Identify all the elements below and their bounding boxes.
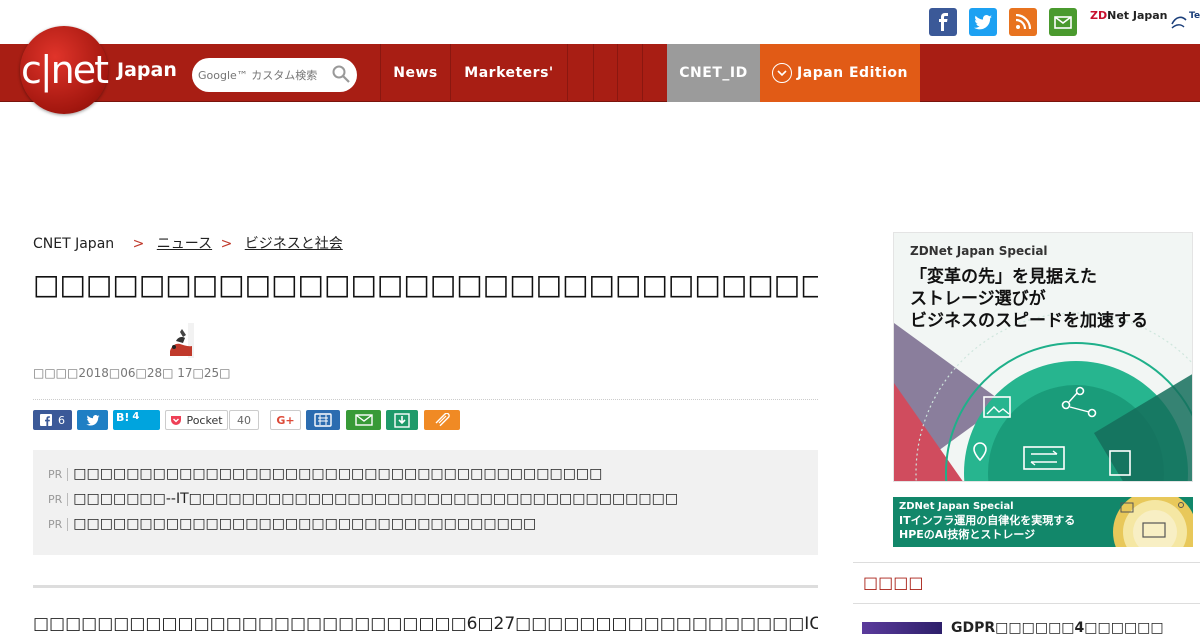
divider xyxy=(33,585,818,588)
sidebar-ad-ai-infra[interactable]: ZDNet Japan Special ITインフラ運用の自律化を実現する HP… xyxy=(893,497,1193,547)
hatena-bookmark-button[interactable]: B! 4 xyxy=(113,410,160,430)
hatena-bookmark-label: B! xyxy=(116,411,130,424)
cnet-logo-japan[interactable]: Japan xyxy=(117,59,177,81)
twitter-icon[interactable] xyxy=(969,8,997,36)
ad-headline-line: 「変革の先」を見据えた xyxy=(910,267,1097,287)
zdnet-suffix: Net Japan xyxy=(1107,9,1168,22)
partner-swoosh-icon xyxy=(1171,16,1187,29)
twitter-icon xyxy=(85,414,100,426)
article-byline: □□□□2018□06□28□ 17□25□ xyxy=(33,366,231,380)
search-box xyxy=(192,58,357,92)
ad-headline-line: ビジネスのスピードを加速する xyxy=(910,311,1148,331)
pr-link-text: □□□□□□□□□□□□□□□□□□□□□□□□□□□□□□□□□□□□□□□□ xyxy=(73,466,603,482)
ad-text-line: ITインフラ運用の自律化を実現する xyxy=(899,514,1076,527)
search-input[interactable] xyxy=(198,65,328,85)
pocket-count: 40 xyxy=(229,410,259,430)
chevron-down-circle-icon xyxy=(772,63,793,83)
pr-link-1[interactable]: PR □□□□□□□□□□□□□□□□□□□□□□□□□□□□□□□□□□□□□□… xyxy=(48,466,602,482)
pocket-label: Pocket xyxy=(186,413,223,427)
email-share-button[interactable] xyxy=(346,410,381,430)
google-plus-label: G+ xyxy=(276,413,295,427)
facebook-share-count: 6 xyxy=(58,413,65,427)
pr-tag: PR xyxy=(48,467,69,481)
nav-news[interactable]: News xyxy=(380,44,450,102)
divider xyxy=(853,603,1200,604)
breadcrumb: CNET Japan > ニュース > ビジネスと社会 xyxy=(33,233,343,253)
ad-label: ZDNet Japan Special xyxy=(899,501,1014,512)
pr-links-box: PR □□□□□□□□□□□□□□□□□□□□□□□□□□□□□□□□□□□□□□… xyxy=(33,450,818,555)
ad-text-line: HPEのAI技術とストレージ xyxy=(899,528,1036,541)
pr-link-text: □□□□□□□□□□□□□□□□□□□□□□□□□□□□□□□□□□□ xyxy=(73,516,537,532)
pr-tag: PR xyxy=(48,517,69,531)
download-button[interactable] xyxy=(386,410,418,430)
breadcrumb-home[interactable]: CNET Japan xyxy=(33,236,114,252)
breadcrumb-separator: > xyxy=(220,236,233,252)
cnet-logo[interactable]: c|net xyxy=(20,26,109,114)
search-icon[interactable] xyxy=(331,64,351,84)
pr-link-text: □□□□□□□--IT□□□□□□□□□□□□□□□□□□□□□□□□□□□□□… xyxy=(73,491,679,507)
google-plus-button[interactable]: G+ xyxy=(270,410,301,430)
breadcrumb-separator: > xyxy=(132,236,145,252)
author-avatar xyxy=(166,323,194,358)
pocket-button[interactable]: Pocket xyxy=(165,410,228,430)
partner-logo-text: Te xyxy=(1189,11,1200,21)
ad-headline: 「変革の先」を見据えた ストレージ選びが ビジネスのスピードを加速する xyxy=(910,266,1148,332)
nav-empty-2[interactable] xyxy=(593,44,617,102)
pr-link-3[interactable]: PR □□□□□□□□□□□□□□□□□□□□□□□□□□□□□□□□□□□ xyxy=(48,516,536,532)
facebook-icon[interactable] xyxy=(929,8,957,36)
mail-icon[interactable] xyxy=(1049,8,1077,36)
nav-cnet-id-label: CNET_ID xyxy=(679,65,748,81)
print-button[interactable] xyxy=(306,410,340,430)
nav-marketers-label: Marketers' xyxy=(464,65,554,81)
zdnet-prefix: ZD xyxy=(1090,9,1108,22)
nav-empty-4[interactable] xyxy=(642,44,667,102)
clip-button[interactable] xyxy=(424,410,460,430)
sidebar-item-link[interactable]: GDPR□□□□□□4□□□□□□ xyxy=(951,620,1164,636)
download-icon xyxy=(394,412,410,428)
sidebar-ad-storage[interactable]: ZDNet Japan Special 「変革の先」を見据えた ストレージ選びが… xyxy=(893,232,1193,482)
hatena-bookmark-count: 4 xyxy=(132,411,140,422)
sidebar-ranking-section: □□□□ GDPR□□□□□□4□□□□□□ xyxy=(853,562,1200,636)
article-body-first-line: □□□□□□□□□□□□□□□□□□□□□□□□□□□6□27□□□□□□□□□… xyxy=(33,614,818,634)
sidebar-item-thumbnail[interactable] xyxy=(862,622,942,634)
ad-text: ITインフラ運用の自律化を実現する HPEのAI技術とストレージ xyxy=(899,514,1075,542)
facebook-icon xyxy=(40,414,52,426)
nav-marketers[interactable]: Marketers' xyxy=(450,44,567,102)
ad-label: ZDNet Japan Special xyxy=(910,244,1048,258)
print-icon xyxy=(314,413,332,427)
divider xyxy=(33,399,818,400)
pr-link-2[interactable]: PR □□□□□□□--IT□□□□□□□□□□□□□□□□□□□□□□□□□□□… xyxy=(48,491,678,507)
nav-news-label: News xyxy=(393,65,438,81)
cnet-logo-text: c|net xyxy=(20,48,109,92)
nav-empty-3[interactable] xyxy=(617,44,642,102)
pocket-icon xyxy=(171,415,182,425)
rss-icon[interactable] xyxy=(1009,8,1037,36)
nav-empty-1[interactable] xyxy=(567,44,593,102)
ad-headline-line: ストレージ選びが xyxy=(910,289,1046,309)
pr-tag: PR xyxy=(48,492,69,506)
pocket-count-value: 40 xyxy=(237,413,251,427)
twitter-share-button[interactable] xyxy=(77,410,108,430)
breadcrumb-business[interactable]: ビジネスと社会 xyxy=(245,236,343,252)
partner-logo[interactable]: Te xyxy=(1170,10,1200,34)
nav-cnet-id[interactable]: CNET_ID xyxy=(667,44,760,102)
nav-japan-edition-label: Japan Edition xyxy=(797,65,908,81)
zdnet-japan-logo[interactable]: ZDNet Japan xyxy=(1090,9,1168,22)
mail-icon xyxy=(354,414,373,426)
facebook-share-button[interactable]: 6 xyxy=(33,410,72,430)
article-title: □□□□□□□□□□□□□□□□□□□□□□□□□□□□□□□□□□□□□□□□… xyxy=(33,268,818,301)
paperclip-icon xyxy=(435,413,450,427)
sidebar-heading: □□□□ xyxy=(863,573,924,592)
top-social-bar: ZDNet Japan Te xyxy=(0,0,1200,44)
breadcrumb-news[interactable]: ニュース xyxy=(157,236,212,252)
nav-japan-edition[interactable]: Japan Edition xyxy=(760,44,920,102)
